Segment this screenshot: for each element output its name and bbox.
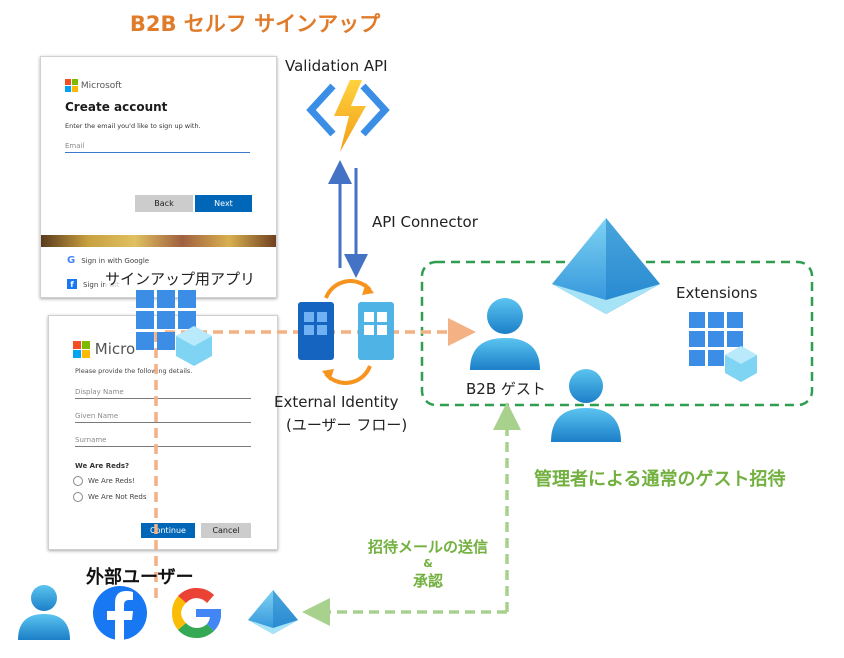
app-registration-icon bbox=[136, 290, 212, 366]
b2b-guest-user-icon bbox=[470, 298, 540, 370]
validation-api-label: Validation API bbox=[285, 57, 388, 75]
admin-invite-label: 管理者による通常のゲスト招待 bbox=[534, 469, 786, 490]
api-connector-label: API Connector bbox=[372, 213, 478, 231]
user-flow-label: (ユーザー フロー) bbox=[286, 416, 408, 434]
invite-mail-line-1: 招待メールの送信 bbox=[367, 538, 488, 556]
external-user-icon bbox=[18, 585, 70, 640]
signup-app-label: サインアップ用アプリ bbox=[105, 268, 256, 289]
facebook-icon bbox=[93, 586, 147, 640]
azure-ad-small-icon bbox=[248, 590, 298, 634]
azure-function-icon bbox=[306, 80, 390, 152]
invite-mail-line-2: 承認 bbox=[412, 572, 443, 590]
extensions-label: Extensions bbox=[676, 284, 758, 302]
b2b-guest-label: B2B ゲスト bbox=[466, 380, 546, 398]
invite-mail-label: 招待メールの送信 & 承認 bbox=[358, 537, 498, 591]
invite-mail-amp: & bbox=[423, 557, 433, 570]
google-icon bbox=[171, 587, 221, 639]
external-users-label: 外部ユーザー bbox=[86, 567, 194, 588]
azure-ad-icon bbox=[552, 218, 660, 314]
external-identity-label: External Identity bbox=[274, 393, 399, 411]
extensions-icon bbox=[689, 312, 757, 382]
